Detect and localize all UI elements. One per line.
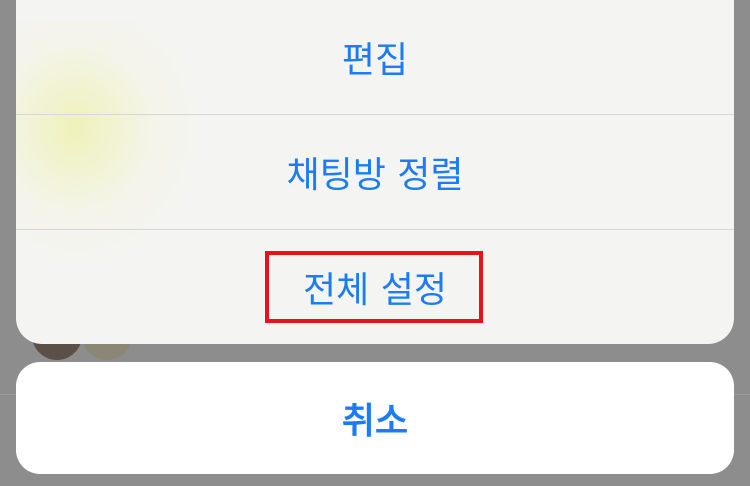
sort-chats-button[interactable]: 채팅방 정렬 <box>16 115 734 230</box>
action-sheet: 편집 채팅방 정렬 전체 설정 <box>16 0 734 344</box>
cancel-button[interactable]: 취소 <box>16 362 734 474</box>
sort-chats-label: 채팅방 정렬 <box>286 155 464 196</box>
all-settings-label: 전체 설정 <box>303 270 447 311</box>
edit-label: 편집 <box>341 40 409 81</box>
all-settings-button[interactable]: 전체 설정 <box>16 230 734 344</box>
edit-button[interactable]: 편집 <box>16 0 734 115</box>
cancel-label: 취소 <box>341 401 409 442</box>
